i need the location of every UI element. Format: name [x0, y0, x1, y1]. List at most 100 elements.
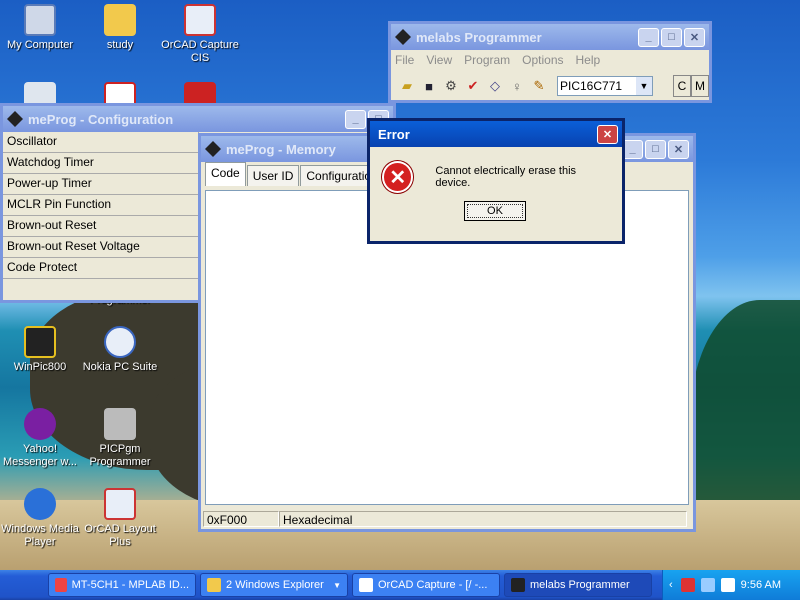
taskbar: MT-5CH1 - MPLAB ID... 2 Windows Explorer… — [0, 570, 800, 600]
taskbar-item-orcad[interactable]: OrCAD Capture - [/ -... — [352, 573, 500, 597]
config-item-watchdog-timer[interactable]: Watchdog Timer — [3, 153, 199, 174]
config-item-mclr-pin[interactable]: MCLR Pin Function — [3, 195, 199, 216]
programmer-titlebar[interactable]: melabs Programmer _ □ ✕ — [391, 24, 709, 50]
media-player-icon — [24, 488, 56, 520]
open-icon[interactable]: ▰ — [397, 76, 417, 96]
window-title: meProg - Configuration — [28, 111, 174, 127]
folder-icon — [207, 578, 221, 592]
desktop-icon-orcad-capture[interactable]: OrCAD Capture CIS — [160, 4, 240, 65]
desktop-icon-my-computer[interactable]: My Computer — [0, 4, 80, 52]
close-button[interactable]: ✕ — [668, 139, 689, 159]
taskbar-item-mplab[interactable]: MT-5CH1 - MPLAB ID... — [48, 573, 196, 597]
close-button[interactable]: ✕ — [597, 124, 618, 144]
menu-file[interactable]: File — [395, 53, 414, 67]
desktop-icon-nokia-pc-suite[interactable]: Nokia PC Suite — [80, 326, 160, 374]
verify-icon[interactable]: ✔ — [463, 76, 483, 96]
taskbar-item-label: MT-5CH1 - MPLAB ID... — [71, 579, 189, 591]
c-button[interactable]: C — [673, 75, 691, 97]
security-icon[interactable] — [720, 578, 735, 592]
desktop-icon-study[interactable]: study — [80, 4, 160, 52]
desktop-icon-label: Yahoo! Messenger w... — [3, 443, 77, 468]
chip-icon — [511, 578, 525, 592]
minimize-button[interactable]: _ — [638, 27, 659, 47]
config-item-brown-out-voltage[interactable]: Brown-out Reset Voltage — [3, 237, 199, 258]
volume-icon[interactable] — [680, 578, 695, 592]
desktop-icon-windows-media-player[interactable]: Windows Media Player — [0, 488, 80, 549]
read-icon[interactable]: ⚙ — [441, 76, 461, 96]
tab-user-id[interactable]: User ID — [246, 165, 300, 186]
minimize-button[interactable]: _ — [345, 109, 366, 129]
info-icon[interactable]: ♀ — [507, 76, 527, 96]
taskbar-item-melabs[interactable]: melabs Programmer — [504, 573, 652, 597]
toolbar: ▰ ■ ⚙ ✔ ◇ ♀ ✎ PIC16C771 ▼ C M — [391, 70, 709, 102]
desktop-icon-label: Nokia PC Suite — [82, 361, 158, 373]
desktop-icon-orcad-layout[interactable]: OrCAD Layout Plus — [80, 488, 160, 549]
maximize-button[interactable]: □ — [661, 27, 682, 47]
orcad-layout-icon — [104, 488, 136, 520]
minimize-button[interactable]: _ — [622, 139, 643, 159]
maximize-button[interactable]: □ — [645, 139, 666, 159]
ok-button[interactable]: OK — [464, 201, 526, 221]
menu-bar: File View Program Options Help — [391, 50, 709, 70]
chip-icon — [24, 326, 56, 358]
chip-icon — [104, 408, 136, 440]
tab-code[interactable]: Code — [205, 162, 246, 186]
clock[interactable]: 9:56 AM — [741, 579, 781, 591]
desktop-icon-label: OrCAD Capture CIS — [161, 39, 239, 64]
menu-program[interactable]: Program — [464, 53, 510, 67]
status-bar: 0xF000 Hexadecimal — [201, 509, 693, 529]
desktop-icon-label: My Computer — [6, 39, 74, 51]
device-select[interactable]: PIC16C771 ▼ — [557, 76, 653, 96]
taskbar-item-windows-explorer[interactable]: 2 Windows Explorer ▼ — [200, 573, 348, 597]
close-button[interactable]: ✕ — [684, 27, 705, 47]
save-icon[interactable]: ■ — [419, 76, 439, 96]
desktop-icon-label: OrCAD Layout Plus — [84, 523, 156, 548]
dialog-body: ✕ Cannot electrically erase this device. — [370, 147, 622, 207]
error-dialog: Error ✕ ✕ Cannot electrically erase this… — [367, 118, 625, 244]
taskbar-item-label: OrCAD Capture - [/ -... — [378, 579, 488, 591]
app-icon — [205, 141, 221, 157]
error-icon: ✕ — [382, 161, 414, 193]
config-titlebar[interactable]: meProg - Configuration _ □ — [3, 106, 393, 132]
desktop-icon-label: WinPic800 — [13, 361, 67, 373]
config-item-brown-out-reset[interactable]: Brown-out Reset — [3, 216, 199, 237]
error-titlebar[interactable]: Error ✕ — [370, 121, 622, 147]
computer-icon — [24, 4, 56, 36]
orcad-capture-icon — [184, 4, 216, 36]
system-tray: ‹ 9:56 AM — [662, 570, 800, 600]
blank-check-icon[interactable]: ◇ — [485, 76, 505, 96]
desktop-icon-label: Windows Media Player — [1, 523, 79, 548]
folder-icon — [104, 4, 136, 36]
status-address: 0xF000 — [203, 511, 279, 527]
desktop-icon-yahoo-messenger[interactable]: Yahoo! Messenger w... — [0, 408, 80, 469]
orcad-icon — [359, 578, 373, 592]
chevron-down-icon: ▼ — [333, 580, 341, 590]
app-icon — [7, 111, 23, 127]
desktop-icon-label: study — [106, 39, 134, 51]
config-item-power-up-timer[interactable]: Power-up Timer — [3, 174, 199, 195]
config-item-code-protect[interactable]: Code Protect — [3, 258, 199, 279]
taskbar-item-label: melabs Programmer — [530, 579, 630, 591]
nokia-icon — [104, 326, 136, 358]
m-button[interactable]: M — [691, 75, 709, 97]
dialog-title: Error — [378, 126, 410, 142]
taskbar-item-label: 2 Windows Explorer — [226, 579, 324, 591]
device-select-value: PIC16C771 — [560, 79, 623, 93]
error-message: Cannot electrically erase this device. — [435, 165, 577, 189]
desktop-icon-winpic800[interactable]: WinPic800 — [0, 326, 80, 374]
mplab-icon — [55, 578, 67, 592]
chevron-down-icon[interactable]: ▼ — [636, 77, 652, 95]
menu-help[interactable]: Help — [576, 53, 601, 67]
config-item-oscillator[interactable]: Oscillator — [3, 132, 199, 153]
app-icon — [395, 29, 411, 45]
desktop-icon-label: PICPgm Programmer — [89, 443, 151, 468]
desktop-icon-picpgm[interactable]: PICPgm Programmer — [80, 408, 160, 469]
status-mode: Hexadecimal — [279, 511, 687, 527]
menu-view[interactable]: View — [426, 53, 452, 67]
network-icon[interactable] — [700, 578, 715, 592]
chevron-left-icon[interactable]: ‹ — [669, 579, 673, 591]
window-title: melabs Programmer — [416, 29, 542, 45]
menu-options[interactable]: Options — [522, 53, 563, 67]
programmer-window: melabs Programmer _ □ ✕ File View Progra… — [388, 21, 712, 103]
erase-icon[interactable]: ✎ — [529, 76, 549, 96]
